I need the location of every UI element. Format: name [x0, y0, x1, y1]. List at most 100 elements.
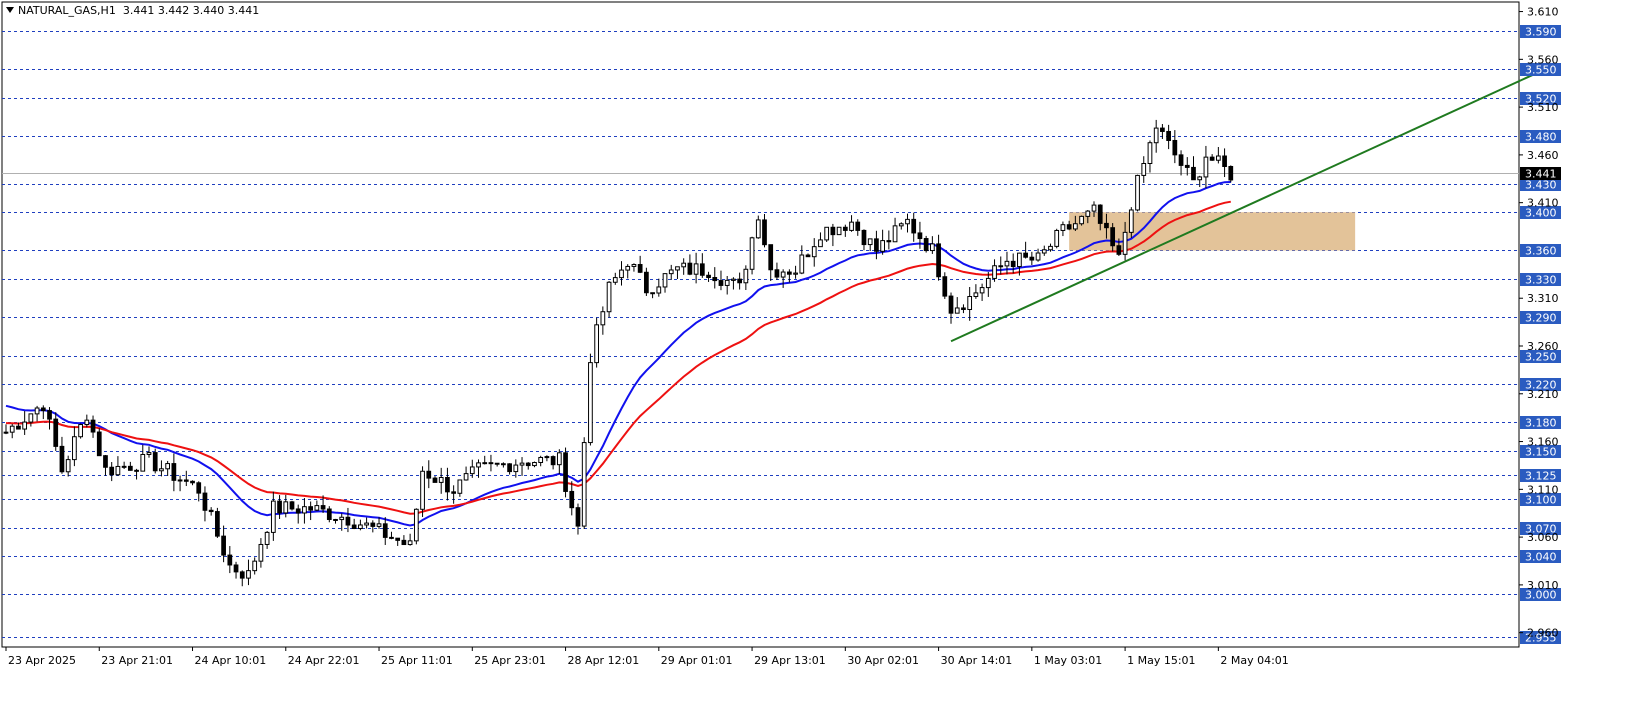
- candle[interactable]: [1215, 146, 1221, 164]
- candle[interactable]: [1041, 245, 1047, 256]
- candle[interactable]: [973, 284, 979, 299]
- candle[interactable]: [600, 306, 606, 335]
- candle[interactable]: [1203, 145, 1209, 189]
- candle[interactable]: [731, 277, 736, 290]
- candle[interactable]: [215, 507, 220, 538]
- candle[interactable]: [426, 460, 432, 489]
- candle[interactable]: [308, 501, 314, 521]
- candle[interactable]: [1191, 156, 1196, 181]
- candle[interactable]: [1004, 251, 1010, 275]
- candle[interactable]: [246, 559, 251, 586]
- candle[interactable]: [451, 485, 457, 504]
- candle[interactable]: [239, 570, 245, 587]
- candle[interactable]: [78, 423, 83, 439]
- candle[interactable]: [538, 455, 544, 467]
- candle[interactable]: [264, 530, 270, 549]
- candle[interactable]: [140, 444, 146, 472]
- candle[interactable]: [1209, 154, 1215, 161]
- candle[interactable]: [1166, 124, 1171, 150]
- candle[interactable]: [550, 455, 556, 470]
- candle[interactable]: [34, 405, 40, 422]
- candle[interactable]: [569, 481, 575, 516]
- candle[interactable]: [208, 507, 214, 516]
- candle[interactable]: [84, 414, 90, 428]
- candle[interactable]: [998, 256, 1004, 275]
- candle[interactable]: [432, 476, 438, 483]
- candle[interactable]: [948, 292, 954, 324]
- candle[interactable]: [1135, 174, 1140, 212]
- candle[interactable]: [737, 272, 742, 290]
- candle[interactable]: [898, 222, 904, 230]
- candle[interactable]: [1060, 221, 1066, 237]
- candle[interactable]: [202, 486, 208, 522]
- candle[interactable]: [1147, 140, 1153, 173]
- candle[interactable]: [258, 538, 264, 568]
- candle[interactable]: [525, 462, 531, 470]
- candle[interactable]: [494, 462, 500, 467]
- candle[interactable]: [612, 272, 618, 285]
- candle[interactable]: [1141, 156, 1147, 183]
- candle[interactable]: [824, 226, 830, 243]
- candle[interactable]: [9, 423, 15, 439]
- candle[interactable]: [1079, 215, 1084, 226]
- candle[interactable]: [65, 455, 71, 477]
- candle[interactable]: [90, 415, 96, 438]
- candle[interactable]: [861, 229, 867, 251]
- candle[interactable]: [575, 503, 581, 535]
- candle[interactable]: [407, 533, 413, 546]
- candle[interactable]: [277, 495, 282, 519]
- candle[interactable]: [961, 304, 966, 314]
- candle[interactable]: [519, 457, 525, 476]
- candle[interactable]: [3, 424, 9, 435]
- candle[interactable]: [177, 475, 183, 492]
- candle[interactable]: [656, 278, 662, 297]
- candle[interactable]: [351, 518, 357, 530]
- candle[interactable]: [563, 447, 568, 498]
- candle[interactable]: [507, 463, 512, 475]
- candle[interactable]: [892, 217, 898, 243]
- candle[interactable]: [712, 267, 718, 289]
- candle[interactable]: [842, 224, 848, 237]
- candle[interactable]: [326, 506, 332, 523]
- candle[interactable]: [1184, 157, 1190, 176]
- candle[interactable]: [1222, 148, 1227, 178]
- candle[interactable]: [911, 212, 917, 242]
- candle[interactable]: [196, 481, 202, 502]
- candle[interactable]: [606, 281, 612, 318]
- candle[interactable]: [420, 466, 425, 517]
- candle[interactable]: [818, 232, 823, 248]
- candle[interactable]: [780, 269, 786, 288]
- candle[interactable]: [693, 252, 699, 284]
- candle[interactable]: [637, 255, 643, 274]
- candle[interactable]: [668, 264, 674, 280]
- candle[interactable]: [40, 405, 46, 420]
- candle[interactable]: [22, 411, 28, 435]
- candle[interactable]: [53, 412, 59, 451]
- candle[interactable]: [463, 466, 469, 481]
- candle[interactable]: [581, 437, 587, 529]
- candle[interactable]: [855, 219, 861, 236]
- trendline[interactable]: [950, 72, 1536, 343]
- candle[interactable]: [762, 213, 767, 248]
- candle[interactable]: [115, 456, 121, 476]
- candle[interactable]: [1228, 165, 1234, 183]
- candle[interactable]: [96, 428, 102, 457]
- candle[interactable]: [650, 292, 655, 299]
- candles[interactable]: [3, 119, 1234, 587]
- candle[interactable]: [880, 229, 885, 255]
- candle[interactable]: [874, 230, 879, 260]
- candle[interactable]: [364, 517, 369, 529]
- candle[interactable]: [588, 353, 593, 446]
- candle[interactable]: [662, 273, 668, 293]
- candle[interactable]: [774, 262, 780, 280]
- candle[interactable]: [146, 446, 152, 458]
- candle[interactable]: [675, 266, 680, 279]
- candle[interactable]: [1153, 119, 1159, 153]
- candle[interactable]: [190, 480, 195, 486]
- trendline-segment[interactable]: [950, 72, 1536, 343]
- candle[interactable]: [127, 461, 133, 471]
- candle[interactable]: [799, 245, 805, 275]
- candle[interactable]: [849, 215, 854, 232]
- candle[interactable]: [389, 531, 394, 540]
- candle[interactable]: [681, 258, 687, 275]
